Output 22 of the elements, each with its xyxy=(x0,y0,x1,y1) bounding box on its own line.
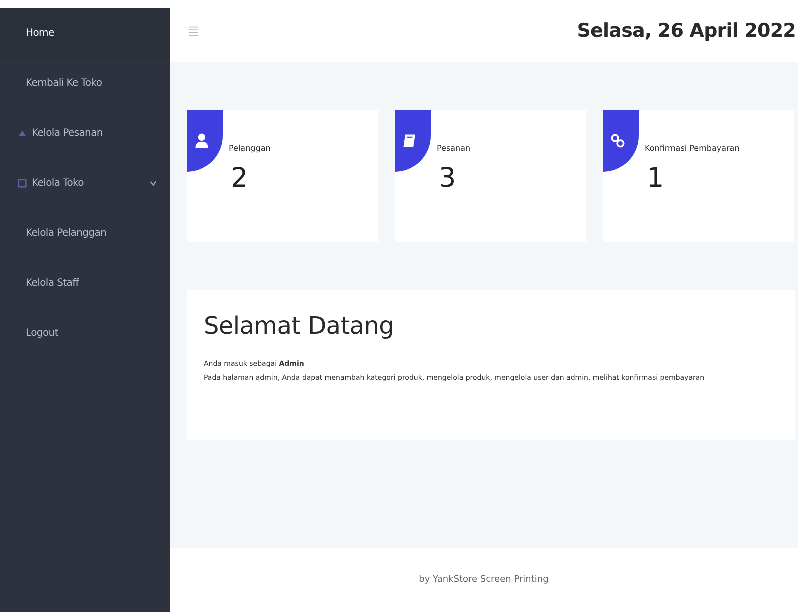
sidebar-item[interactable]: Kembali Ke Toko xyxy=(0,58,170,108)
stat-value: 2 xyxy=(231,163,248,194)
user-icon xyxy=(193,132,211,150)
stat-label: Pelanggan xyxy=(229,144,271,153)
sidebar-item[interactable]: Kelola Toko xyxy=(0,158,170,208)
triangle-icon xyxy=(18,128,27,138)
stat-label: Konfirmasi Pembayaran xyxy=(645,144,740,153)
date-text: Selasa, 26 April 2022 xyxy=(577,20,796,42)
sidebar-item[interactable]: Home xyxy=(0,8,170,58)
sidebar-item[interactable]: Kelola Staff xyxy=(0,258,170,308)
stat-label: Pesanan xyxy=(437,144,471,153)
stat-value: 1 xyxy=(647,163,664,194)
footer-text: by YankStore Screen Printing xyxy=(419,575,549,585)
square-icon xyxy=(18,178,27,188)
sidebar-item[interactable]: Kelola Pesanan xyxy=(0,108,170,158)
menu-icon[interactable] xyxy=(188,25,199,37)
stat-value: 3 xyxy=(439,163,456,194)
welcome-title: Selamat Datang xyxy=(204,312,396,340)
chevron-down-icon xyxy=(149,178,158,188)
sidebar-item[interactable]: Logout xyxy=(0,308,170,358)
sidebar-item[interactable]: Kelola Pelanggan xyxy=(0,208,170,258)
link-icon xyxy=(609,132,627,150)
